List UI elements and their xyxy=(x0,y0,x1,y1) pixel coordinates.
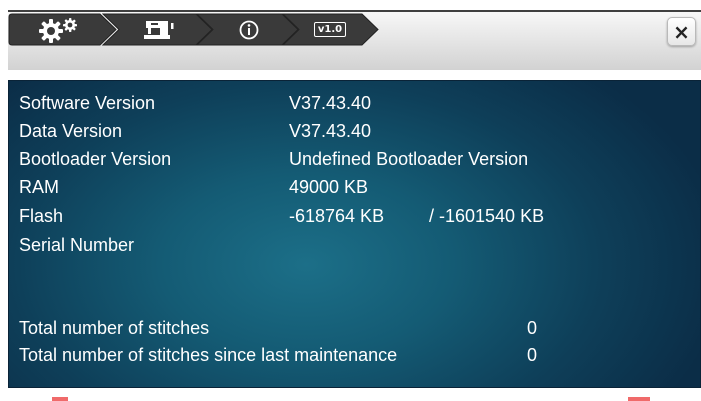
bootloader-version-label: Bootloader Version xyxy=(19,149,172,169)
bottom-mark xyxy=(52,397,68,401)
breadcrumb-item-version[interactable]: v1.0 xyxy=(282,13,380,46)
bootloader-version-value: Undefined Bootloader Version xyxy=(289,149,529,169)
software-version-value: V37.43.40 xyxy=(289,93,372,113)
software-version-label: Software Version xyxy=(19,93,156,113)
version-badge-icon: v1.0 xyxy=(306,13,354,46)
info-panel: Software Version V37.43.40 Data Version … xyxy=(8,80,701,388)
flash-value: -618764 KB xyxy=(289,206,385,226)
stitches-since-maintenance-row: Total number of stitches since last main… xyxy=(19,344,537,366)
stitches-since-maintenance-value: 0 xyxy=(527,345,538,365)
total-stitches-label: Total number of stitches xyxy=(19,318,210,338)
total-stitches-row: Total number of stitches 0 xyxy=(19,317,537,339)
close-button[interactable]: × xyxy=(667,17,696,46)
gears-icon xyxy=(26,13,92,46)
info-icon xyxy=(224,13,274,46)
data-version-value: V37.43.40 xyxy=(289,121,372,141)
flash-total: / -1601540 KB xyxy=(429,206,545,226)
top-edge xyxy=(0,0,701,10)
close-icon: × xyxy=(673,19,690,44)
version-badge-text: v1.0 xyxy=(313,22,347,37)
stitches-since-maintenance-label: Total number of stitches since last main… xyxy=(19,345,398,365)
flash-label: Flash xyxy=(19,206,64,226)
data-version-label: Data Version xyxy=(19,121,123,141)
ram-label: RAM xyxy=(19,177,59,197)
total-stitches-value: 0 xyxy=(527,318,538,338)
ram-value: 49000 KB xyxy=(289,177,369,197)
serial-number-label: Serial Number xyxy=(19,235,135,255)
breadcrumb: v1.0 xyxy=(8,13,380,46)
bottom-mark xyxy=(628,397,650,401)
sewing-machine-icon xyxy=(134,13,184,46)
bottom-strip xyxy=(0,388,701,401)
